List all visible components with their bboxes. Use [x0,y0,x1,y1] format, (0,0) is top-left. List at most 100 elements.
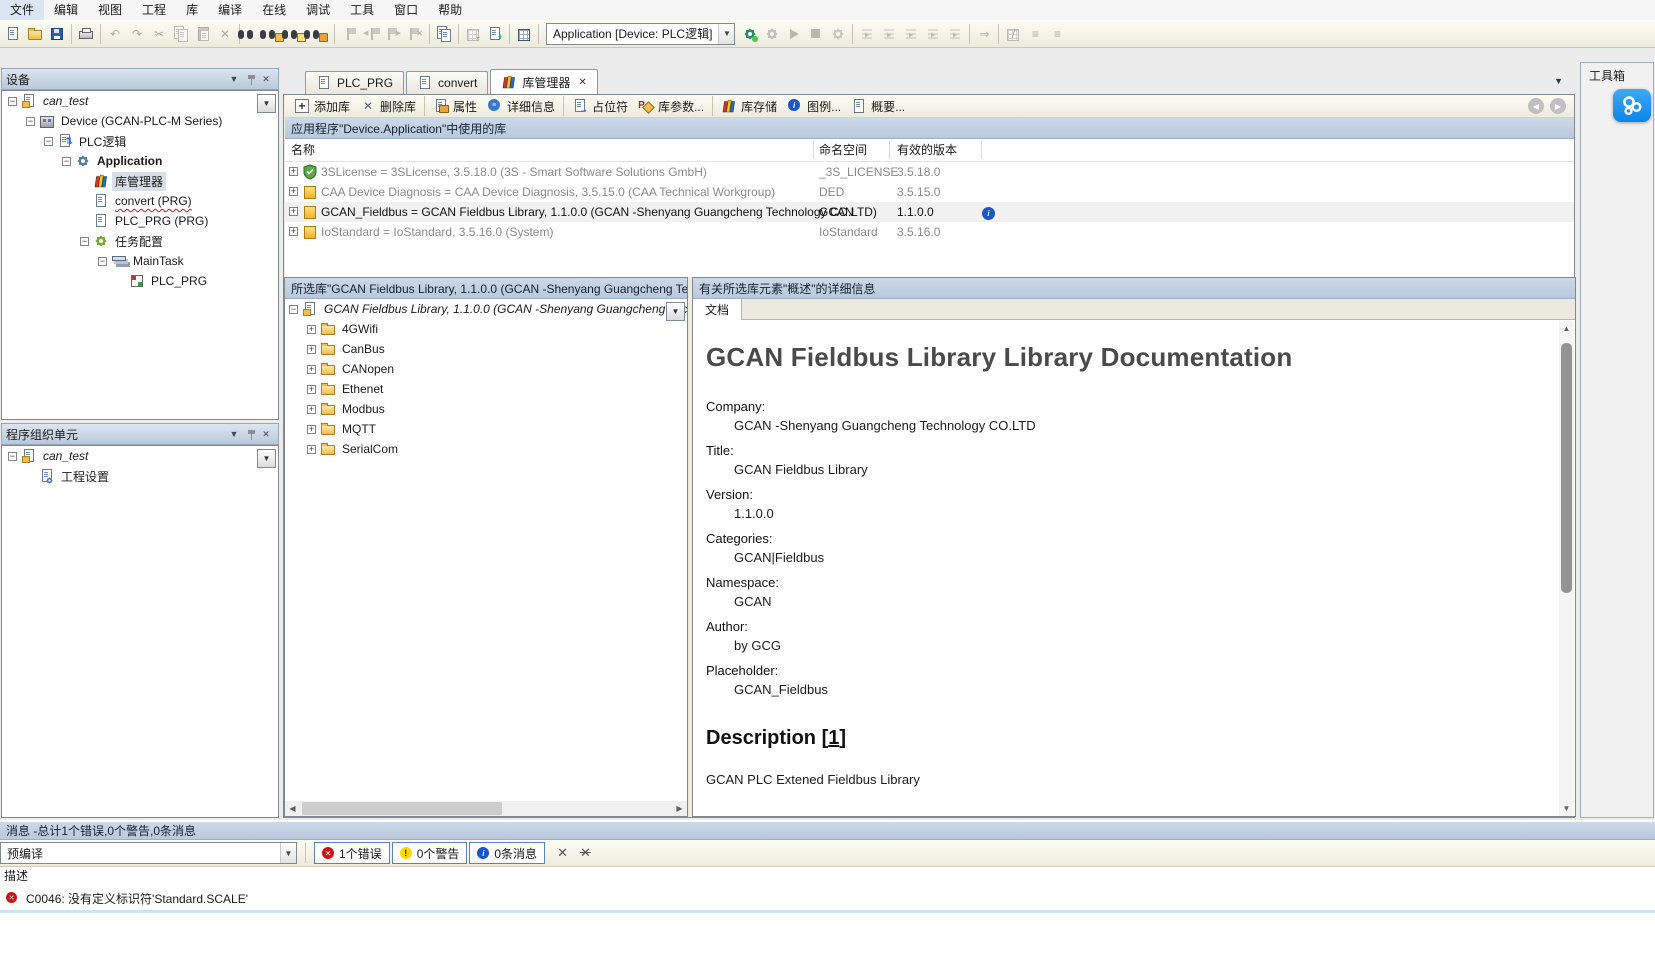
insert-grid-button[interactable]: ▼ [462,23,484,45]
menu-item-7[interactable]: 调试 [296,0,340,20]
tab-plc_prg[interactable]: PLC_PRG [305,71,404,94]
column-header-name[interactable]: 名称 [291,139,315,161]
expander-icon[interactable]: − [44,137,53,146]
netdisk-overlay-icon[interactable] [1613,89,1651,122]
delete-button[interactable]: ✕ [214,23,236,45]
library-folder-item[interactable]: +Ethenet [285,379,687,399]
library-version-dropdown[interactable]: ▼ [666,302,685,321]
expander-icon[interactable]: − [8,452,17,461]
logout-button[interactable] [761,23,783,45]
library-folder-item[interactable]: +MQTT [285,419,687,439]
scroll-left-icon[interactable]: ◀ [285,801,300,816]
tab-convert[interactable]: convert [406,71,488,94]
expander-icon[interactable]: + [307,325,316,334]
devices-root-dropdown[interactable]: ▼ [257,94,276,113]
expander-icon[interactable]: + [307,445,316,454]
bookmark-prev-button[interactable]: ◀ [360,23,382,45]
flow-control-button[interactable]: / [1002,23,1024,45]
clear-messages-icon[interactable]: ✕ [557,845,568,861]
expander-icon[interactable]: + [307,385,316,394]
menu-item-4[interactable]: 库 [176,0,208,20]
close-icon[interactable]: ✕ [258,71,274,87]
errors-filter-button[interactable]: ✕ 1个错误 [314,842,390,864]
lm-button-7[interactable]: i图例... [782,96,846,116]
scrollbar-thumb[interactable] [302,802,502,815]
cut-button[interactable]: ✂ [148,23,170,45]
library-folder-item[interactable]: +4GWifi [285,319,687,339]
scroll-up-icon[interactable]: ▲ [1559,321,1574,336]
expander-icon[interactable]: − [80,237,89,246]
undo-button[interactable]: ↶ [104,23,126,45]
tree-item[interactable]: −Application [2,151,278,171]
bookmark-toggle-button[interactable] [338,23,360,45]
redo-button[interactable]: ↷ [126,23,148,45]
run-to-cursor-button[interactable] [922,23,944,45]
column-header-namespace[interactable]: 命名空间 [819,139,867,161]
delete-all-messages-icon[interactable]: ✕ [580,845,591,861]
replace-in-project-button[interactable] [309,23,331,45]
tree-item[interactable]: −Device (GCAN-PLC-M Series) [2,111,278,131]
column-header-version[interactable]: 有效的版本 [897,139,957,161]
watch-list-button[interactable]: ≡ [1024,23,1046,45]
menu-item-5[interactable]: 编译 [208,0,252,20]
login-button[interactable] [739,23,761,45]
expander-icon[interactable]: − [289,305,298,314]
edit-list-button[interactable]: ≡ [1046,23,1068,45]
lm-button-2[interactable]: 属性 [428,96,482,116]
bookmark-next-button[interactable]: ▶ [382,23,404,45]
message-row[interactable]: ✕C0046: 没有定义标识符'Standard.SCALE' [0,888,1655,908]
menu-item-2[interactable]: 视图 [88,0,132,20]
infos-filter-button[interactable]: i 0条消息 [469,842,545,864]
menu-item-0[interactable]: 文件 [0,0,44,20]
expander-icon[interactable]: + [289,187,298,196]
paste-button[interactable] [192,23,214,45]
expander-icon[interactable]: − [26,117,35,126]
expander-icon[interactable]: − [8,97,17,106]
message-filter-dropdown[interactable]: 预编译 ▼ [0,842,297,864]
library-folder-item[interactable]: +CanBus [285,339,687,359]
menu-item-9[interactable]: 窗口 [384,0,428,20]
expander-icon[interactable]: + [307,365,316,374]
print-button[interactable] [75,23,97,45]
horizontal-scrollbar[interactable]: ◀ ▶ [285,801,687,816]
lm-button-0[interactable]: +添加库 [289,96,355,116]
forward-icon[interactable]: ▶ [1550,98,1566,114]
pou-root-dropdown[interactable]: ▼ [257,449,276,468]
library-row[interactable]: +CAA Device Diagnosis = CAA Device Diagn… [285,182,1574,202]
step-out-button[interactable] [900,23,922,45]
menu-item-6[interactable]: 在线 [252,0,296,20]
tab-documentation[interactable]: 文档 [693,299,742,320]
tree-item[interactable]: −⇅PLC逻辑 [2,131,278,151]
lm-button-5[interactable]: P库参数... [633,96,709,116]
expander-icon[interactable]: + [289,227,298,236]
pin-icon[interactable] [242,426,258,442]
step-into-button[interactable] [878,23,900,45]
step-over-button[interactable] [856,23,878,45]
library-folder-item[interactable]: +CANopen [285,359,687,379]
tab-overflow-chevron-icon[interactable]: ▼ [1554,76,1563,86]
tree-item[interactable]: −MainTask [2,251,278,271]
paste-special-button[interactable] [433,23,455,45]
save-button[interactable] [46,23,68,45]
expander-icon[interactable]: + [307,425,316,434]
doc-reference-link[interactable]: 1 [828,727,839,749]
menu-item-8[interactable]: 工具 [340,0,384,20]
start-button[interactable] [783,23,805,45]
menu-item-3[interactable]: 工程 [132,0,176,20]
tree-item[interactable]: 工程设置 [2,466,278,486]
lm-button-1[interactable]: ✕删除库 [355,96,421,116]
close-icon[interactable]: ✕ [258,426,274,442]
active-application-selector[interactable]: Application [Device: PLC逻辑]▼ [546,23,735,45]
tree-item[interactable]: convert (PRG) [2,191,278,211]
scroll-right-icon[interactable]: ▶ [672,801,687,816]
wrench-button[interactable] [827,23,849,45]
expander-icon[interactable]: + [289,167,298,176]
close-tab-icon[interactable]: ✕ [578,77,586,88]
new-object-button[interactable]: + [484,23,506,45]
tree-item[interactable]: 库管理器 [2,171,278,191]
new-file-button[interactable] [2,23,24,45]
open-button[interactable] [24,23,46,45]
library-row[interactable]: +GCAN_Fieldbus = GCAN Fieldbus Library, … [285,202,1574,222]
vertical-scrollbar[interactable]: ▲ ▼ [1559,321,1574,816]
lm-button-6[interactable]: 库存储 [716,96,782,116]
